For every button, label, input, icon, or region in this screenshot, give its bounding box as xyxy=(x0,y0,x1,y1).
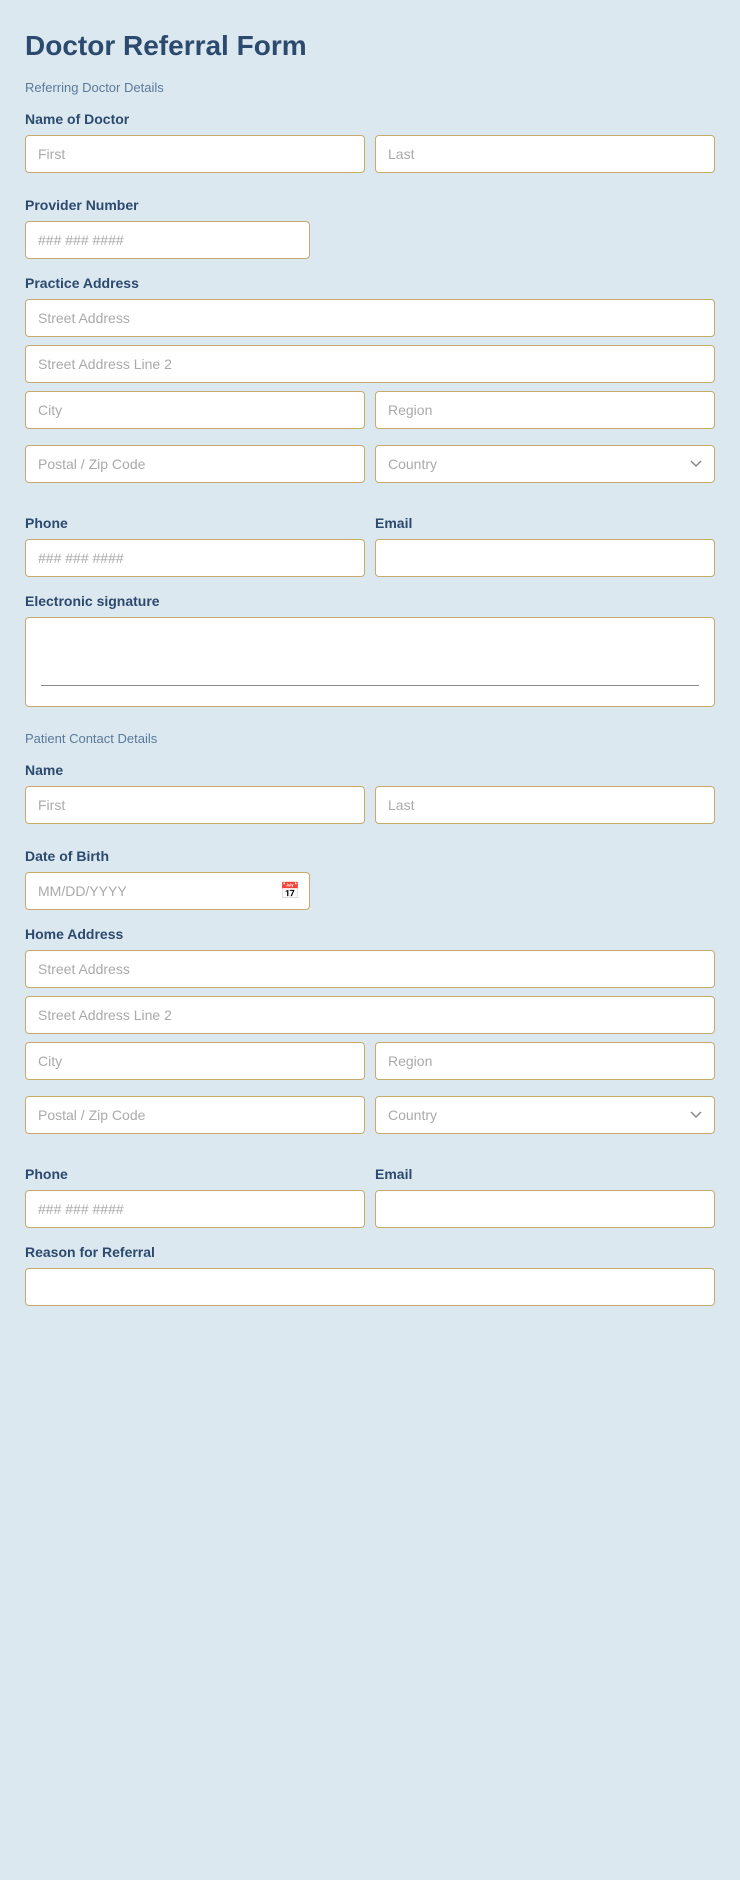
doctor-name-row xyxy=(25,135,715,181)
patient-postal-country-row: Country Australia United States United K… xyxy=(25,1096,715,1142)
referring-doctor-section: Referring Doctor Details Name of Doctor … xyxy=(25,80,715,707)
practice-city-input[interactable] xyxy=(25,391,365,429)
practice-street2-wrap xyxy=(25,345,715,383)
patient-email-label: Email xyxy=(375,1166,715,1182)
doctor-email-input[interactable] xyxy=(375,539,715,577)
patient-name-label: Name xyxy=(25,762,715,778)
practice-address-label: Practice Address xyxy=(25,275,715,291)
patient-city-region-row xyxy=(25,1042,715,1088)
practice-street-input[interactable] xyxy=(25,299,715,337)
patient-postal-input[interactable] xyxy=(25,1096,365,1134)
practice-postal-country-row: Country Australia United States United K… xyxy=(25,445,715,491)
practice-country-select[interactable]: Country Australia United States United K… xyxy=(375,445,715,483)
practice-city-region-row xyxy=(25,391,715,437)
practice-region-input[interactable] xyxy=(375,391,715,429)
doctor-first-name-input[interactable] xyxy=(25,135,365,173)
patient-region-wrap xyxy=(375,1042,715,1080)
signature-line xyxy=(41,685,699,686)
referral-reason-label: Reason for Referral xyxy=(25,1244,715,1260)
practice-postal-wrap xyxy=(25,445,365,483)
doctor-email-label: Email xyxy=(375,515,715,531)
practice-country-wrap: Country Australia United States United K… xyxy=(375,445,715,483)
patient-last-name-wrap xyxy=(375,786,715,824)
patient-contact-section: Patient Contact Details Name Date of Bir… xyxy=(25,731,715,1306)
dob-label: Date of Birth xyxy=(25,848,715,864)
patient-email-group: Email xyxy=(375,1150,715,1228)
patient-phone-email-row: Phone Email xyxy=(25,1150,715,1228)
practice-street2-input[interactable] xyxy=(25,345,715,383)
practice-postal-input[interactable] xyxy=(25,445,365,483)
referring-doctor-label: Referring Doctor Details xyxy=(25,80,715,95)
doctor-last-name-input[interactable] xyxy=(375,135,715,173)
patient-phone-label: Phone xyxy=(25,1166,365,1182)
practice-street-wrap xyxy=(25,299,715,337)
patient-first-name-input[interactable] xyxy=(25,786,365,824)
referral-reason-input[interactable] xyxy=(25,1268,715,1306)
doctor-phone-group: Phone xyxy=(25,499,365,577)
patient-street-wrap xyxy=(25,950,715,988)
patient-contact-label: Patient Contact Details xyxy=(25,731,715,746)
signature-box[interactable] xyxy=(25,617,715,707)
doctor-phone-input[interactable] xyxy=(25,539,365,577)
practice-city-wrap xyxy=(25,391,365,429)
provider-number-label: Provider Number xyxy=(25,197,715,213)
patient-email-input[interactable] xyxy=(375,1190,715,1228)
patient-first-name-wrap xyxy=(25,786,365,824)
doctor-email-group: Email xyxy=(375,499,715,577)
patient-street2-input[interactable] xyxy=(25,996,715,1034)
patient-last-name-input[interactable] xyxy=(375,786,715,824)
patient-phone-group: Phone xyxy=(25,1150,365,1228)
patient-region-input[interactable] xyxy=(375,1042,715,1080)
patient-city-wrap xyxy=(25,1042,365,1080)
doctor-phone-email-row: Phone Email xyxy=(25,499,715,577)
patient-street2-wrap xyxy=(25,996,715,1034)
patient-postal-wrap xyxy=(25,1096,365,1134)
referral-reason-wrap xyxy=(25,1268,715,1306)
doctor-last-name-wrap xyxy=(375,135,715,173)
patient-phone-input[interactable] xyxy=(25,1190,365,1228)
name-of-doctor-label: Name of Doctor xyxy=(25,111,715,127)
patient-city-input[interactable] xyxy=(25,1042,365,1080)
patient-country-select[interactable]: Country Australia United States United K… xyxy=(375,1096,715,1134)
dob-input[interactable] xyxy=(25,872,310,910)
patient-street-input[interactable] xyxy=(25,950,715,988)
dob-input-wrap: 📅 xyxy=(25,872,310,910)
practice-region-wrap xyxy=(375,391,715,429)
patient-country-wrap: Country Australia United States United K… xyxy=(375,1096,715,1134)
provider-number-input[interactable] xyxy=(25,221,310,259)
signature-label: Electronic signature xyxy=(25,593,715,609)
page-title: Doctor Referral Form xyxy=(25,30,715,62)
home-address-label: Home Address xyxy=(25,926,715,942)
provider-number-wrap xyxy=(25,221,310,259)
doctor-first-name-wrap xyxy=(25,135,365,173)
doctor-phone-label: Phone xyxy=(25,515,365,531)
patient-name-row xyxy=(25,786,715,832)
